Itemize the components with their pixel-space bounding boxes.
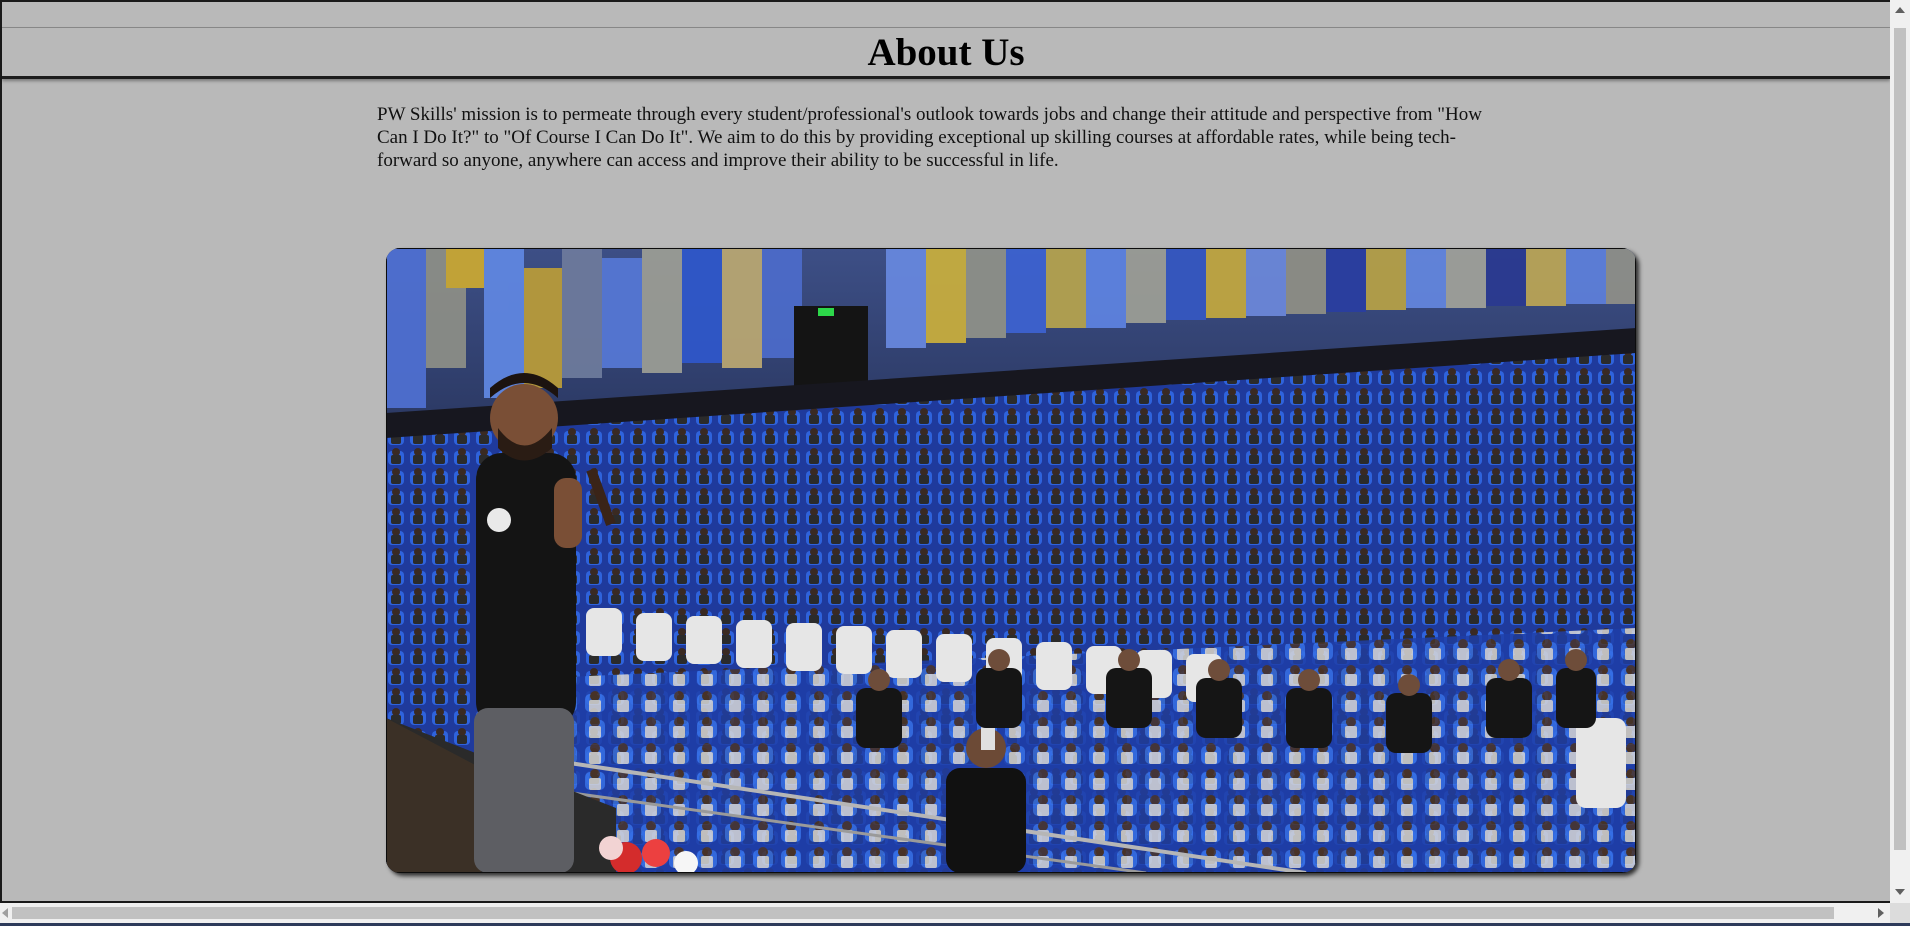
chevron-up-icon[interactable] <box>1895 7 1905 13</box>
chevron-down-icon[interactable] <box>1895 889 1905 895</box>
chevron-left-icon[interactable] <box>2 908 8 918</box>
mission-paragraph: PW Skills' mission is to permeate throug… <box>377 104 1482 171</box>
horizontal-scrollbar[interactable] <box>0 903 1890 923</box>
horizontal-scrollbar-thumb[interactable] <box>12 907 1834 919</box>
event-photo <box>386 248 1636 873</box>
page-header: About Us <box>2 28 1890 79</box>
vertical-scrollbar[interactable] <box>1890 0 1910 903</box>
vertical-scrollbar-thumb[interactable] <box>1894 28 1906 850</box>
event-photo-illustration <box>386 248 1636 873</box>
page-title: About Us <box>867 31 1025 74</box>
scrollbar-corner <box>1890 903 1910 923</box>
chevron-right-icon[interactable] <box>1878 908 1884 918</box>
